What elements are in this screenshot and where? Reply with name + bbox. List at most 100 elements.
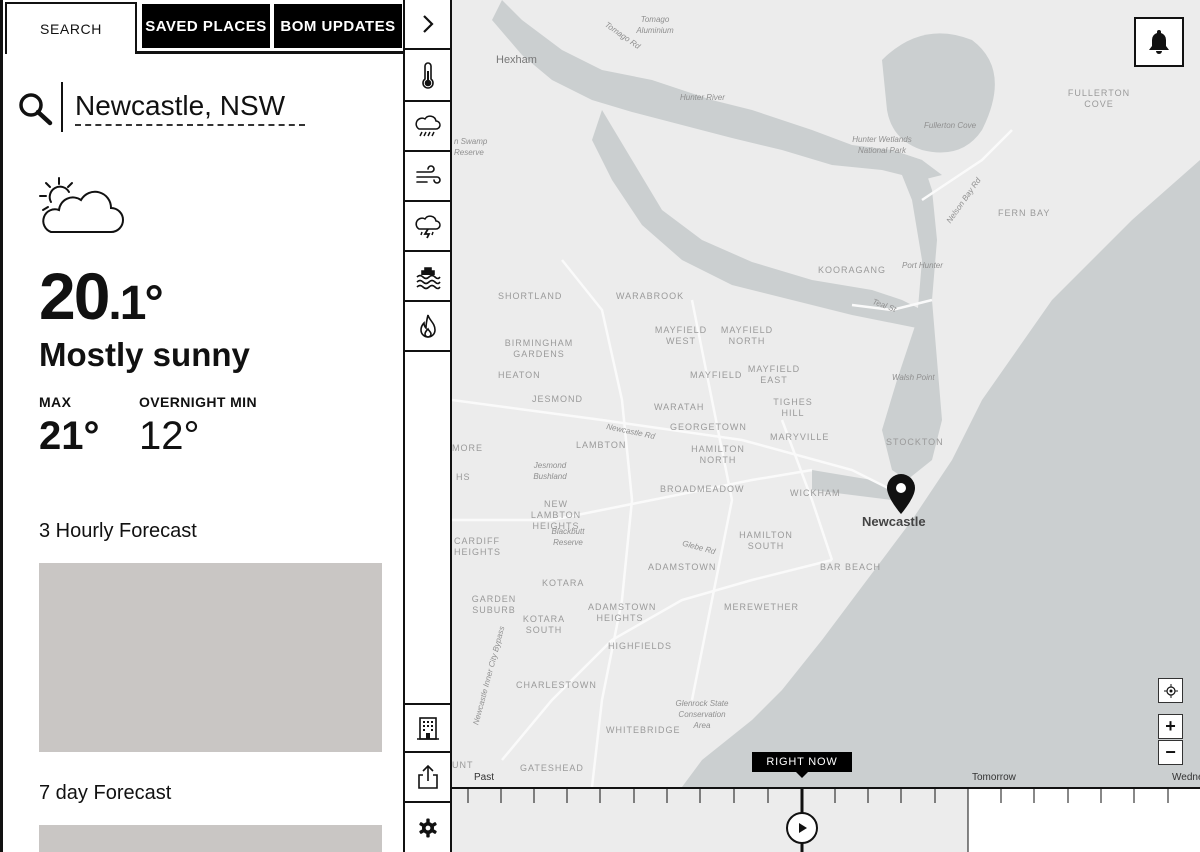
map-label-georgetown: GEORGETOWN [670, 422, 747, 432]
timeline-ticks [467, 787, 1169, 852]
location-pin-icon[interactable] [887, 474, 915, 514]
daily-forecast-panel [39, 825, 382, 852]
storm-layer-button[interactable] [405, 202, 450, 252]
map-label-maryville: MARYVILLE [770, 432, 830, 442]
map-label-whitebridge: WHITEBRIDGE [606, 725, 681, 735]
map-label-tighes-hill: TIGHES HILL [773, 397, 813, 418]
collapse-button[interactable] [405, 0, 450, 50]
thermometer-icon [421, 62, 434, 89]
map-label-hamilton-north: HAMILTON NORTH [691, 444, 745, 465]
tabs-divider [137, 51, 403, 54]
timeline-past-label: Past [474, 772, 495, 783]
map-label-cardiff-heights: CARDIFF HEIGHTS [454, 536, 502, 557]
rain-layer-button[interactable] [405, 102, 450, 152]
map-label-stockton: STOCKTON [886, 437, 944, 447]
map-label-garden-suburb: GARDEN SUBURB [471, 594, 517, 615]
min-temperature: 12° [139, 414, 200, 458]
map-label-blackbutt: Blackbutt Reserve [551, 527, 585, 547]
rain-icon [414, 115, 441, 137]
hourly-forecast-panel [39, 563, 382, 752]
map-label-jesmond: JESMOND [532, 394, 584, 404]
share-icon [417, 764, 438, 789]
map-view[interactable]: Hexham Tomago Aluminium Tomago Rd Hunter… [452, 0, 1200, 787]
temperature-layer-button[interactable] [405, 52, 450, 102]
partly-cloudy-icon [39, 177, 124, 233]
map-label-mayfield-west: MAYFIELD WEST [654, 325, 708, 346]
wind-layer-button[interactable] [405, 152, 450, 202]
timeline-axis [452, 787, 1200, 789]
pin-place-label: Newcastle [862, 514, 926, 529]
max-label: MAX [39, 394, 72, 410]
bell-icon [1149, 30, 1169, 54]
map-label-highfields: HIGHFIELDS [608, 641, 673, 651]
settings-button[interactable] [405, 803, 450, 852]
fire-icon [419, 314, 436, 338]
map-label-walsh-point: Walsh Point [892, 373, 935, 382]
max-temperature: 21° [39, 414, 100, 458]
min-label: OVERNIGHT MIN [139, 394, 257, 410]
map-label-adamstown: ADAMSTOWN [648, 562, 717, 572]
building-icon [416, 717, 439, 740]
map-label-heaton: HEATON [498, 370, 541, 380]
zoom-in-button[interactable]: + [1158, 714, 1183, 739]
panel-tabs: SEARCH SAVED PLACES BOM UPDATES [3, 0, 403, 54]
hourly-forecast-title: 3 Hourly Forecast [39, 520, 197, 542]
map-label-hexham: Hexham [496, 54, 537, 66]
tab-bom-updates[interactable]: BOM UPDATES [274, 4, 402, 48]
search-input[interactable] [75, 90, 305, 126]
map-label-kotara: KOTARA [542, 578, 585, 588]
timeline-now-flag: RIGHT NOW [752, 752, 852, 778]
flood-layer-button[interactable] [405, 252, 450, 302]
timeline-wednesday-label: Wednes [1172, 772, 1200, 783]
tab-search[interactable]: SEARCH [5, 2, 137, 54]
map-label-mayfield-east: MAYFIELD EAST [747, 364, 801, 385]
map-label-fullerton-cove-water: Fullerton Cove [924, 121, 977, 130]
map-label-swamp: n Swamp Reserve [454, 137, 488, 157]
wind-icon [415, 165, 441, 184]
map-label-port-hunter: Port Hunter [902, 261, 943, 270]
search-divider [61, 82, 63, 132]
side-panel: SEARCH SAVED PLACES BOM UPDATES 20.1° Mo… [0, 0, 403, 852]
map-label-glenrock: Glenrock State Conservation Area [675, 699, 729, 730]
plus-icon: + [1165, 716, 1176, 736]
search-icon[interactable] [17, 92, 53, 126]
play-button[interactable] [786, 812, 818, 844]
gear-icon [418, 818, 437, 838]
map-label-fullerton-cove: FULLERTON COVE [1067, 88, 1131, 109]
building-button[interactable] [405, 703, 450, 753]
tab-saved-places[interactable]: SAVED PLACES [142, 4, 270, 48]
map-label-mayfield-north: MAYFIELD NORTH [720, 325, 774, 346]
storm-icon [414, 215, 441, 239]
share-button[interactable] [405, 753, 450, 803]
layer-toolbar [403, 0, 452, 852]
map-label-merewether: MEREWETHER [724, 602, 799, 612]
map-label-kotara-south: KOTARA SOUTH [522, 614, 566, 635]
temp-decimal: .1 [108, 277, 146, 330]
locate-me-button[interactable] [1158, 678, 1183, 703]
map-label-adamstown-heights: ADAMSTOWN HEIGHTS [588, 602, 657, 623]
fire-layer-button[interactable] [405, 302, 450, 352]
map-label-lambton: LAMBTON [576, 440, 627, 450]
chevron-right-icon [422, 15, 434, 33]
map-label-broadmeadow: BROADMEADOW [660, 484, 745, 494]
map-label-bar-beach: BAR BEACH [820, 562, 882, 572]
map-label-waratah: WARATAH [654, 402, 705, 412]
map-label-jesmond-bushland: Jesmond Bushland [533, 461, 567, 481]
temp-whole: 20 [39, 259, 110, 333]
map-label-warabrook: WARABROOK [616, 291, 685, 301]
weather-condition: Mostly sunny [39, 336, 250, 373]
map-label-hamilton-south: HAMILTON SOUTH [739, 530, 793, 551]
map-label-hunter-wetlands: Hunter Wetlands National Park [852, 135, 912, 155]
map-label-charlestown: CHARLESTOWN [516, 680, 597, 690]
map-label-kooragang: KOORAGANG [818, 265, 887, 275]
map-label-wickham: WICKHAM [790, 488, 841, 498]
map-label-more: MORE [452, 443, 483, 453]
timeline-tomorrow-label: Tomorrow [972, 772, 1016, 783]
flood-icon [415, 267, 441, 290]
map-label-hunter-river: Hunter River [680, 93, 725, 102]
notifications-button[interactable] [1134, 17, 1184, 67]
crosshair-icon [1163, 683, 1178, 698]
map-label-tomago: Tomago Aluminium [636, 15, 674, 35]
map-label-fern-bay: FERN BAY [998, 208, 1051, 218]
play-icon [799, 823, 807, 833]
